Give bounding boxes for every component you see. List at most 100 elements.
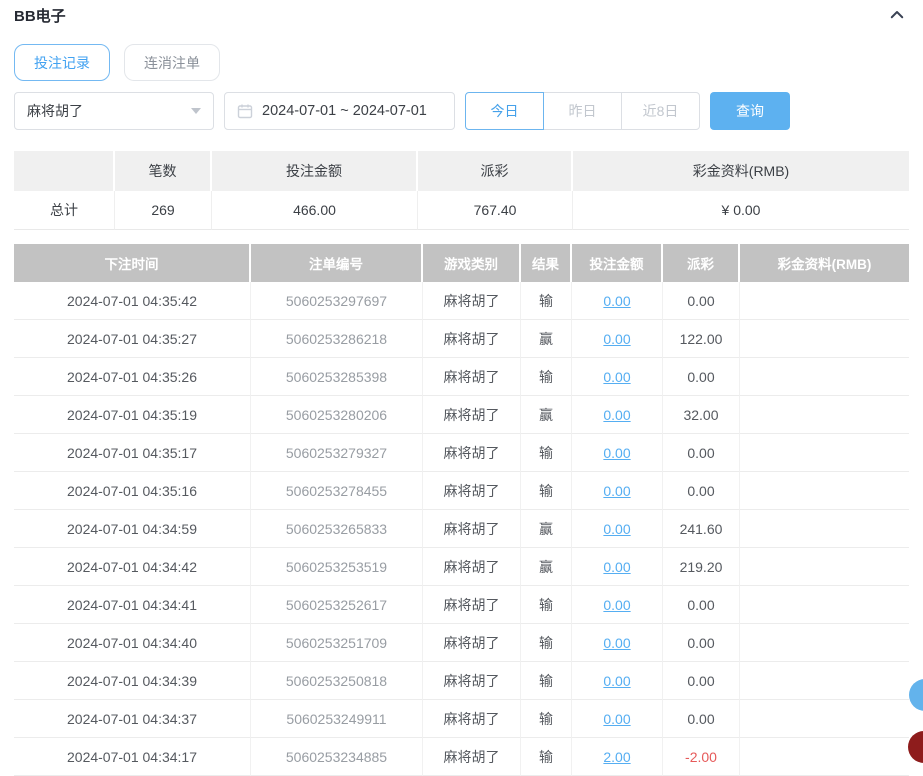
cell-result: 输 [521, 662, 572, 700]
cell-order-number: 5060253234885 [251, 738, 423, 776]
bet-amount-link[interactable]: 0.00 [603, 711, 630, 727]
bet-amount-link[interactable]: 0.00 [603, 597, 630, 613]
tab-label: 连消注单 [144, 53, 200, 73]
cell-result: 输 [521, 624, 572, 662]
summary-payout: 767.40 [418, 191, 573, 230]
cell-game-type: 麻将胡了 [423, 738, 521, 776]
quick-date-group: 今日 昨日 近8日 [465, 92, 700, 130]
cell-game-type: 麻将胡了 [423, 700, 521, 738]
tab-label: 投注记录 [34, 53, 90, 73]
cell-game-type: 麻将胡了 [423, 624, 521, 662]
cell-result: 输 [521, 358, 572, 396]
cell-game-type: 麻将胡了 [423, 586, 521, 624]
bet-amount-link[interactable]: 0.00 [603, 559, 630, 575]
search-button[interactable]: 查询 [710, 92, 790, 130]
cell-bonus [740, 548, 909, 586]
cell-time: 2024-07-01 04:34:40 [14, 624, 251, 662]
collapse-button[interactable] [887, 5, 907, 25]
today-button[interactable]: 今日 [465, 92, 544, 130]
yesterday-label: 昨日 [569, 101, 597, 121]
customer-service-fab[interactable] [909, 679, 923, 711]
date-range-picker[interactable]: 2024-07-01 ~ 2024-07-01 [224, 92, 455, 130]
page-title: BB电子 [14, 5, 66, 26]
cell-order-number: 5060253249911 [251, 700, 423, 738]
bet-amount-link[interactable]: 0.00 [603, 521, 630, 537]
cell-bonus [740, 434, 909, 472]
cell-time: 2024-07-01 04:34:17 [14, 738, 251, 776]
cell-bonus [740, 282, 909, 320]
cell-time: 2024-07-01 04:35:42 [14, 282, 251, 320]
cell-order-number: 5060253250818 [251, 662, 423, 700]
cell-bonus [740, 738, 909, 776]
today-label: 今日 [491, 101, 519, 121]
cell-result: 输 [521, 282, 572, 320]
table-row: 2024-07-01 04:34:42 5060253253519 麻将胡了 赢… [14, 548, 909, 586]
table-row: 2024-07-01 04:35:16 5060253278455 麻将胡了 输… [14, 472, 909, 510]
cell-payout: 0.00 [663, 282, 740, 320]
cell-time: 2024-07-01 04:35:27 [14, 320, 251, 358]
bet-amount-link[interactable]: 2.00 [603, 749, 630, 765]
tab-cascade-orders[interactable]: 连消注单 [124, 44, 220, 81]
cell-result: 赢 [521, 396, 572, 434]
bet-amount-link[interactable]: 0.00 [603, 331, 630, 347]
cell-bonus [740, 586, 909, 624]
bet-table-body: 2024-07-01 04:35:42 5060253297697 麻将胡了 输… [14, 282, 909, 776]
cell-game-type: 麻将胡了 [423, 434, 521, 472]
last8days-button[interactable]: 近8日 [621, 92, 700, 130]
summary-count: 269 [115, 191, 212, 230]
table-header-row: 下注时间 注单编号 游戏类别 结果 投注金额 派彩 彩金资料(RMB) [14, 244, 909, 282]
tab-bet-records[interactable]: 投注记录 [14, 44, 110, 81]
cell-bonus [740, 510, 909, 548]
col-header-game: 游戏类别 [423, 244, 521, 282]
secondary-fab[interactable] [908, 731, 923, 763]
bet-amount-link[interactable]: 0.00 [603, 293, 630, 309]
summary-bet-amount: 466.00 [212, 191, 418, 230]
cell-result: 输 [521, 472, 572, 510]
col-header-bet: 投注金额 [572, 244, 663, 282]
cell-time: 2024-07-01 04:35:19 [14, 396, 251, 434]
col-header-order: 注单编号 [251, 244, 423, 282]
bet-amount-link[interactable]: 0.00 [603, 673, 630, 689]
cell-game-type: 麻将胡了 [423, 396, 521, 434]
calendar-icon [237, 103, 253, 119]
cell-bonus [740, 700, 909, 738]
cell-time: 2024-07-01 04:34:37 [14, 700, 251, 738]
cell-game-type: 麻将胡了 [423, 472, 521, 510]
summary-total-row: 总计 269 466.00 767.40 ¥ 0.00 [14, 191, 909, 230]
cell-result: 赢 [521, 510, 572, 548]
game-select[interactable]: 麻将胡了 [14, 92, 214, 130]
bet-amount-link[interactable]: 0.00 [603, 369, 630, 385]
cell-result: 输 [521, 738, 572, 776]
bet-amount-link[interactable]: 0.00 [603, 407, 630, 423]
cell-order-number: 5060253285398 [251, 358, 423, 396]
table-row: 2024-07-01 04:34:59 5060253265833 麻将胡了 赢… [14, 510, 909, 548]
bet-amount-link[interactable]: 0.00 [603, 445, 630, 461]
cell-game-type: 麻将胡了 [423, 510, 521, 548]
yesterday-button[interactable]: 昨日 [543, 92, 622, 130]
summary-header-cell [14, 151, 115, 191]
cell-time: 2024-07-01 04:35:26 [14, 358, 251, 396]
filter-bar: 麻将胡了 2024-07-01 ~ 2024-07-01 今日 昨日 近8日 查… [14, 92, 909, 130]
cell-payout: 32.00 [663, 396, 740, 434]
summary-bonus: ¥ 0.00 [573, 191, 909, 230]
cell-time: 2024-07-01 04:35:17 [14, 434, 251, 472]
record-tabs: 投注记录 连消注单 [14, 44, 909, 81]
cell-payout: 219.20 [663, 548, 740, 586]
cell-payout: 0.00 [663, 700, 740, 738]
cell-order-number: 5060253265833 [251, 510, 423, 548]
cell-payout: -2.00 [663, 738, 740, 776]
cell-payout: 0.00 [663, 586, 740, 624]
cell-bonus [740, 624, 909, 662]
bet-amount-link[interactable]: 0.00 [603, 635, 630, 651]
cell-order-number: 5060253278455 [251, 472, 423, 510]
table-row: 2024-07-01 04:35:42 5060253297697 麻将胡了 输… [14, 282, 909, 320]
table-row: 2024-07-01 04:35:17 5060253279327 麻将胡了 输… [14, 434, 909, 472]
last8days-label: 近8日 [643, 101, 679, 121]
bet-amount-link[interactable]: 0.00 [603, 483, 630, 499]
cell-order-number: 5060253251709 [251, 624, 423, 662]
summary-header-cell: 彩金资料(RMB) [573, 151, 909, 191]
cell-payout: 0.00 [663, 662, 740, 700]
table-row: 2024-07-01 04:34:40 5060253251709 麻将胡了 输… [14, 624, 909, 662]
col-header-time: 下注时间 [14, 244, 251, 282]
cell-payout: 241.60 [663, 510, 740, 548]
